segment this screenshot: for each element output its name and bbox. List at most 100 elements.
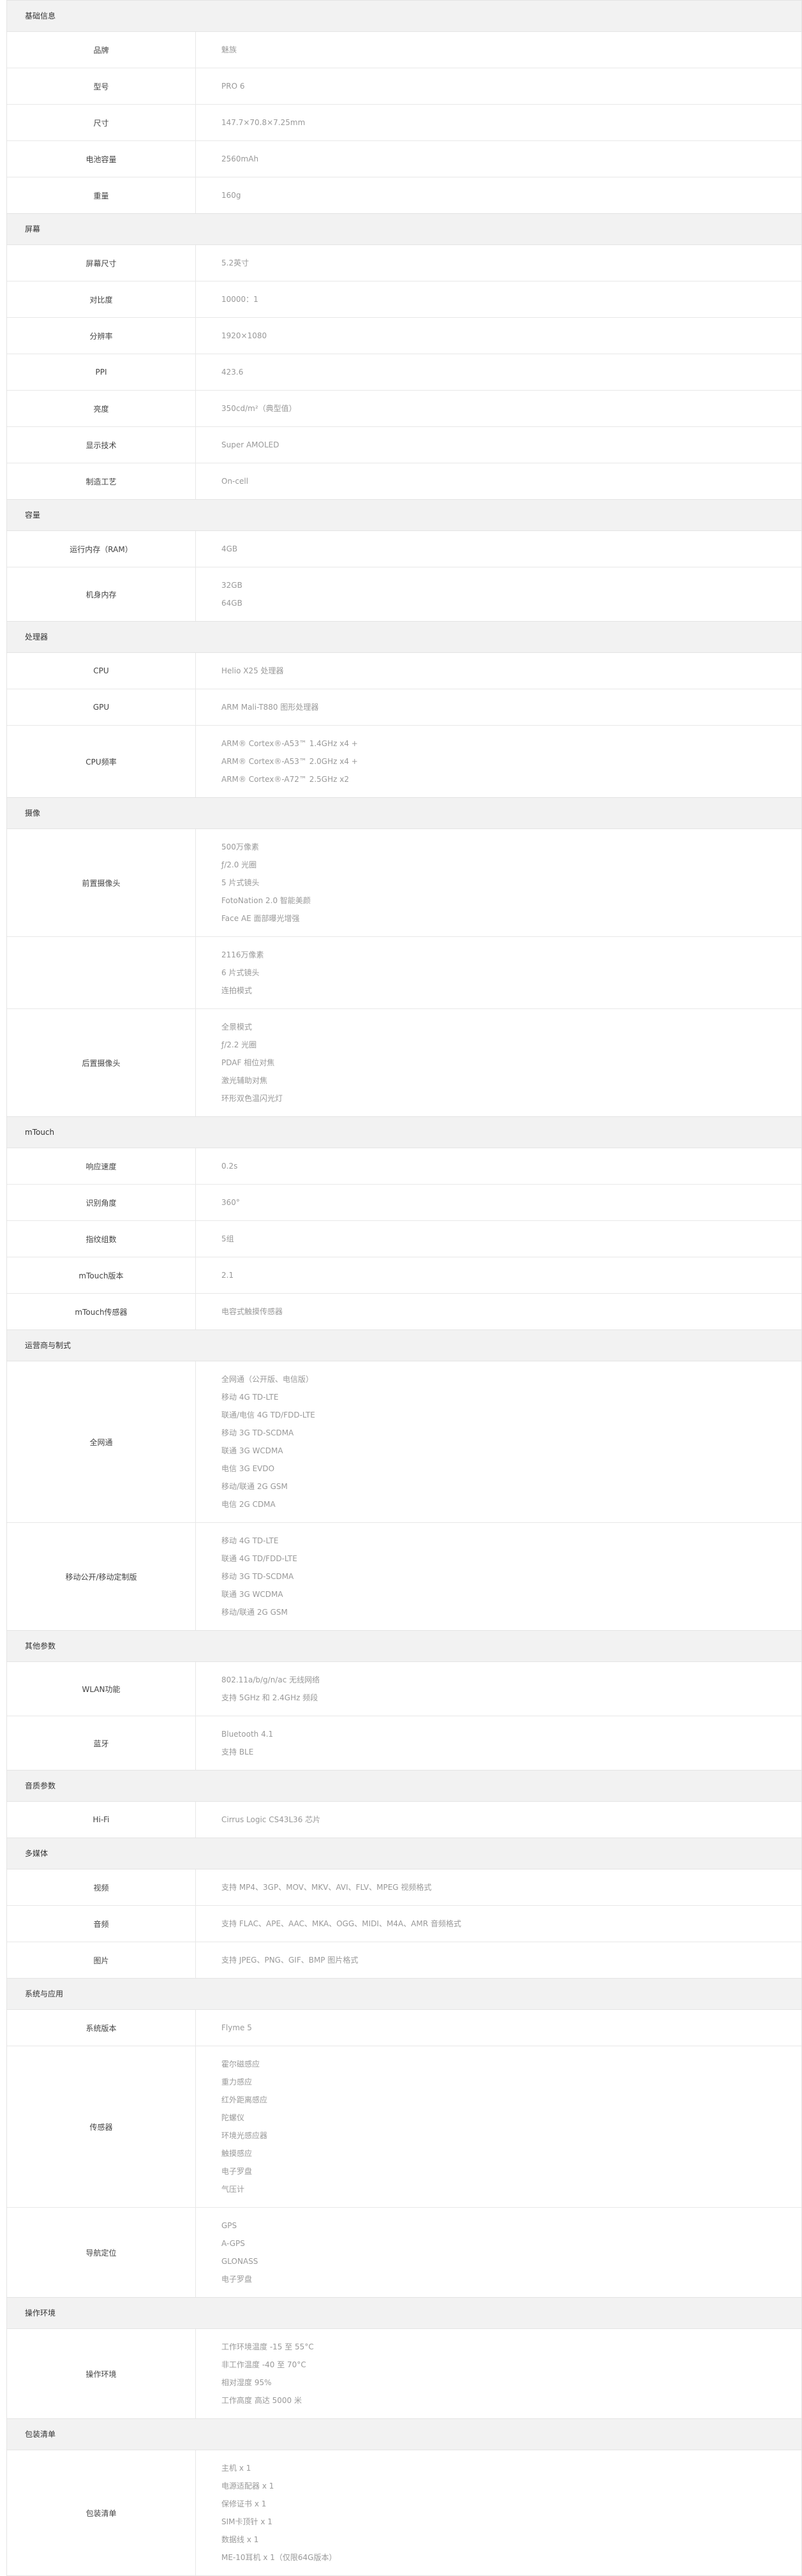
spec-section: 基础信息 品牌 魅族 型号 PRO 6 尺寸 147.7×70.8×7.25mm 电池容量 25… — [6, 0, 802, 214]
spec-label: 型号 — [7, 68, 196, 104]
spec-row: Hi-Fi Cirrus Logic CS43L36 芯片 — [7, 1802, 801, 1838]
spec-row: 机身内存 32GB 64GB — [7, 567, 801, 621]
spec-value-line: 4GB — [221, 544, 238, 553]
spec-value-line: 移动 3G TD-SCDMA — [221, 1572, 294, 1581]
spec-row: 图片 支持 JPEG、PNG、GIF、BMP 图片格式 — [7, 1942, 801, 1978]
spec-value-line: Helio X25 处理器 — [221, 666, 284, 675]
spec-label: 机身内存 — [7, 567, 196, 621]
spec-row: 品牌 魅族 — [7, 32, 801, 68]
spec-label: 系统版本 — [7, 2010, 196, 2046]
spec-value-line: 移动/联通 2G GSM — [221, 1608, 288, 1617]
spec-value-line: 1920×1080 — [221, 331, 267, 340]
spec-value-line: FotoNation 2.0 智能美颜 — [221, 896, 311, 905]
spec-value-line: 电信 2G CDMA — [221, 1500, 276, 1509]
spec-value-line: 工作高度 高达 5000 米 — [221, 2396, 302, 2405]
spec-value-line: On-cell — [221, 477, 249, 486]
spec-value-line: 423.6 — [221, 368, 244, 377]
spec-label: 电池容量 — [7, 141, 196, 177]
spec-value-line: 移动 4G TD-LTE — [221, 1393, 279, 1402]
spec-section: 多媒体 视频 支持 MP4、3GP、MOV、MKV、AVI、FLV、MPEG 视频格… — [6, 1838, 802, 1979]
spec-value-line: 激光辅助对焦 — [221, 1076, 268, 1085]
spec-value-line: 连拍模式 — [221, 986, 253, 995]
spec-section: 其他参数 WLAN功能 802.11a/b/g/n/ac 无线网络 支持 5GHz 和… — [6, 1631, 802, 1771]
spec-row: 对比度 10000：1 — [7, 281, 801, 318]
spec-label: 品牌 — [7, 32, 196, 68]
spec-value-line: 联通/电信 4G TD/FDD-LTE — [221, 1411, 315, 1419]
spec-label: 传感器 — [7, 2046, 196, 2207]
spec-value-line: 10000：1 — [221, 295, 258, 304]
spec-row: 亮度 350cd/m²（典型值） — [7, 391, 801, 427]
spec-value-line: 支持 5GHz 和 2.4GHz 频段 — [221, 1693, 318, 1702]
spec-value-line: 32GB — [221, 581, 242, 590]
spec-label: Hi-Fi — [7, 1802, 196, 1838]
spec-value: 霍尔磁感应 重力感应 红外距离感应 陀螺仪 环境光感应器 触摸感应 电子罗盘 气压计 — [196, 2046, 801, 2207]
spec-value-line: ARM Mali-T880 图形处理器 — [221, 703, 319, 712]
spec-row: GPU ARM Mali-T880 图形处理器 — [7, 689, 801, 726]
spec-section: mTouch 响应速度 0.2s 识别角度 360° 指纹组数 5组 mTouch版本 2.1 m… — [6, 1117, 802, 1330]
spec-value: ARM Mali-T880 图形处理器 — [196, 689, 801, 725]
spec-row: mTouch传感器 电容式触摸传感器 — [7, 1294, 801, 1329]
section-title: 处理器 — [7, 622, 801, 653]
spec-value: PRO 6 — [196, 68, 801, 104]
spec-value-line: 2116万像素 — [221, 950, 264, 959]
spec-value-line: 全网通（公开版、电信版） — [221, 1375, 314, 1384]
spec-label: 图片 — [7, 1942, 196, 1978]
spec-label: 制造工艺 — [7, 463, 196, 499]
spec-value-line: 147.7×70.8×7.25mm — [221, 118, 306, 127]
spec-value-line: 移动 3G TD-SCDMA — [221, 1428, 294, 1437]
spec-value-line: 保修证书 x 1 — [221, 2499, 267, 2508]
spec-row: 屏幕尺寸 5.2英寸 — [7, 245, 801, 281]
spec-label: mTouch传感器 — [7, 1294, 196, 1329]
spec-value-line: 环形双色温闪光灯 — [221, 1094, 283, 1103]
spec-value-line: 电信 3G EVDO — [221, 1464, 275, 1473]
spec-value-line: 联通 3G WCDMA — [221, 1446, 283, 1455]
spec-section: 系统与应用 系统版本 Flyme 5 传感器 霍尔磁感应 重力感应 红外距离感应 陀螺仪 环境光… — [6, 1979, 802, 2298]
spec-value: 全景模式 ƒ/2.2 光圈 PDAF 相位对焦 激光辅助对焦 环形双色温闪光灯 — [196, 1009, 801, 1116]
spec-value-line: 移动 4G TD-LTE — [221, 1536, 279, 1545]
spec-row: 识别角度 360° — [7, 1185, 801, 1221]
spec-value-line: 电子罗盘 — [221, 2167, 253, 2176]
spec-value-line: ƒ/2.2 光圈 — [221, 1040, 257, 1049]
spec-label: 导航定位 — [7, 2208, 196, 2297]
spec-value: Bluetooth 4.1 支持 BLE — [196, 1716, 801, 1770]
spec-value: 全网通（公开版、电信版） 移动 4G TD-LTE 联通/电信 4G TD/FDD-… — [196, 1361, 801, 1522]
spec-value-line: ARM® Cortex®-A72™ 2.5GHz x2 — [221, 775, 349, 784]
spec-value: 10000：1 — [196, 281, 801, 317]
section-title: 系统与应用 — [7, 1979, 801, 2010]
spec-value: 工作环境温度 -15 至 55°C 非工作温度 -40 至 70°C 相对湿度 95… — [196, 2329, 801, 2418]
spec-value: 2560mAh — [196, 141, 801, 177]
spec-row: CPU Helio X25 处理器 — [7, 653, 801, 689]
spec-value: Flyme 5 — [196, 2010, 801, 2046]
spec-value-line: 主机 x 1 — [221, 2464, 251, 2473]
spec-value: GPS A-GPS GLONASS 电子罗盘 — [196, 2208, 801, 2297]
spec-label: 移动公开/移动定制版 — [7, 1523, 196, 1630]
section-title: 运营商与制式 — [7, 1330, 801, 1361]
spec-value: 支持 FLAC、APE、AAC、MKA、OGG、MIDI、M4A、AMR 音频格… — [196, 1906, 801, 1942]
spec-row: PPI 423.6 — [7, 354, 801, 391]
spec-row: 后置摄像头 全景模式 ƒ/2.2 光圈 PDAF 相位对焦 激光辅助对焦 环形双色温闪光灯 — [7, 1009, 801, 1116]
spec-value-line: ME-10耳机 x 1（仅限64G版本） — [221, 2553, 337, 2562]
spec-value-line: 160g — [221, 191, 241, 200]
spec-value-line: 魅族 — [221, 45, 237, 54]
spec-value-line: Bluetooth 4.1 — [221, 1730, 274, 1739]
spec-row: 2116万像素 6 片式镜头 连拍模式 — [7, 937, 801, 1009]
spec-value-line: 支持 MP4、3GP、MOV、MKV、AVI、FLV、MPEG 视频格式 — [221, 1883, 432, 1892]
spec-row: 音频 支持 FLAC、APE、AAC、MKA、OGG、MIDI、M4A、AMR 音… — [7, 1906, 801, 1942]
spec-value: Cirrus Logic CS43L36 芯片 — [196, 1802, 801, 1838]
spec-value: ARM® Cortex®-A53™ 1.4GHz x4 + ARM® Cortex… — [196, 726, 801, 797]
spec-label: 指纹组数 — [7, 1221, 196, 1257]
spec-section: 运营商与制式 全网通 全网通（公开版、电信版） 移动 4G TD-LTE 联通/电信 4… — [6, 1330, 802, 1631]
spec-label: 全网通 — [7, 1361, 196, 1522]
spec-label: 运行内存（RAM） — [7, 531, 196, 567]
spec-row: 型号 PRO 6 — [7, 68, 801, 105]
spec-row: 制造工艺 On-cell — [7, 463, 801, 499]
spec-value: 2.1 — [196, 1257, 801, 1293]
spec-value: 主机 x 1 电源适配器 x 1 保修证书 x 1 SIM卡顶针 x 1 数据线 x 1… — [196, 2450, 801, 2575]
spec-row: 全网通 全网通（公开版、电信版） 移动 4G TD-LTE 联通/电信 4G TD/F… — [7, 1361, 801, 1523]
spec-value: 4GB — [196, 531, 801, 567]
spec-value-line: 工作环境温度 -15 至 55°C — [221, 2342, 314, 2351]
spec-value-line: ARM® Cortex®-A53™ 2.0GHz x4 + — [221, 757, 358, 766]
spec-label: CPU — [7, 653, 196, 689]
spec-value: 0.2s — [196, 1148, 801, 1184]
spec-row: 尺寸 147.7×70.8×7.25mm — [7, 105, 801, 141]
